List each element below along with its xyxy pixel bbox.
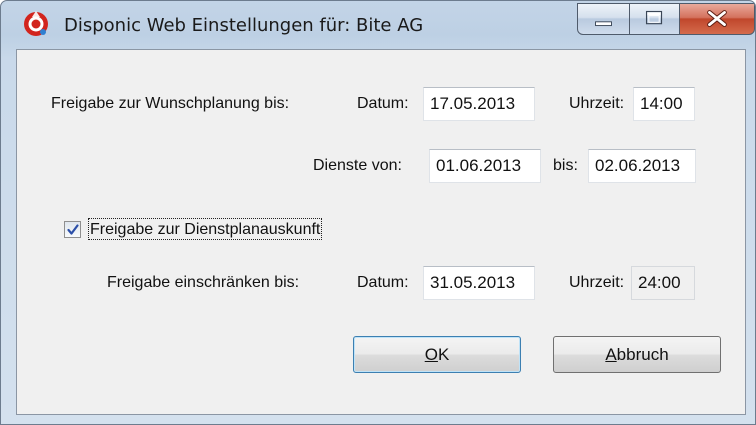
cancel-button[interactable]: Abbruch (553, 336, 721, 373)
einschraenken-uhrzeit-field: 24:00 (631, 266, 695, 300)
einschraenken-label: Freigabe einschränken bis: (107, 274, 300, 291)
maximize-icon (645, 10, 663, 25)
disponic-app-icon[interactable] (23, 11, 49, 37)
dienste-von-field[interactable]: 01.06.2013 (429, 149, 541, 183)
dialog-client-area: Freigabe zur Wunschplanung bis: Datum: 1… (16, 49, 746, 415)
dienstplanauskunft-checkbox[interactable] (64, 221, 81, 238)
wunschplanung-uhrzeit-label: Uhrzeit: (569, 95, 625, 112)
dienstplanauskunft-label-focus[interactable]: Freigabe zur Dienstplanauskunft (88, 218, 323, 240)
ok-mnemonic: O (424, 345, 438, 364)
wunschplanung-datum-field[interactable]: 17.05.2013 (423, 87, 535, 121)
maximize-button[interactable] (629, 3, 680, 35)
ok-label-rest: K (437, 345, 450, 364)
einschraenken-datum-field[interactable]: 31.05.2013 (423, 266, 535, 300)
cancel-label-rest: bbruch (616, 345, 669, 364)
title-bar[interactable]: Disponic Web Einstellungen für: Bite AG (1, 1, 755, 49)
einschraenken-datum-label: Datum: (357, 274, 409, 291)
close-button[interactable] (679, 3, 755, 35)
wunschplanung-datum-label: Datum: (357, 95, 409, 112)
ok-button[interactable]: OK (353, 336, 521, 373)
dienste-bis-label: bis: (553, 157, 578, 174)
dienste-von-label: Dienste von: (313, 157, 402, 174)
checkmark-icon (67, 224, 79, 235)
wunschplanung-label: Freigabe zur Wunschplanung bis: (51, 95, 290, 112)
wunschplanung-uhrzeit-field[interactable]: 14:00 (633, 87, 695, 121)
dienstplanauskunft-label: Freigabe zur Dienstplanauskunft (90, 221, 321, 238)
minimize-button[interactable] (577, 3, 630, 35)
close-icon (707, 10, 727, 27)
dialog-window: Disponic Web Einstellungen für: Bite AG … (0, 0, 756, 425)
window-title: Disponic Web Einstellungen für: Bite AG (64, 15, 424, 36)
einschraenken-uhrzeit-label: Uhrzeit: (569, 274, 625, 291)
dienste-bis-field[interactable]: 02.06.2013 (588, 149, 696, 183)
cancel-mnemonic: A (605, 345, 617, 364)
minimize-icon (595, 21, 612, 27)
